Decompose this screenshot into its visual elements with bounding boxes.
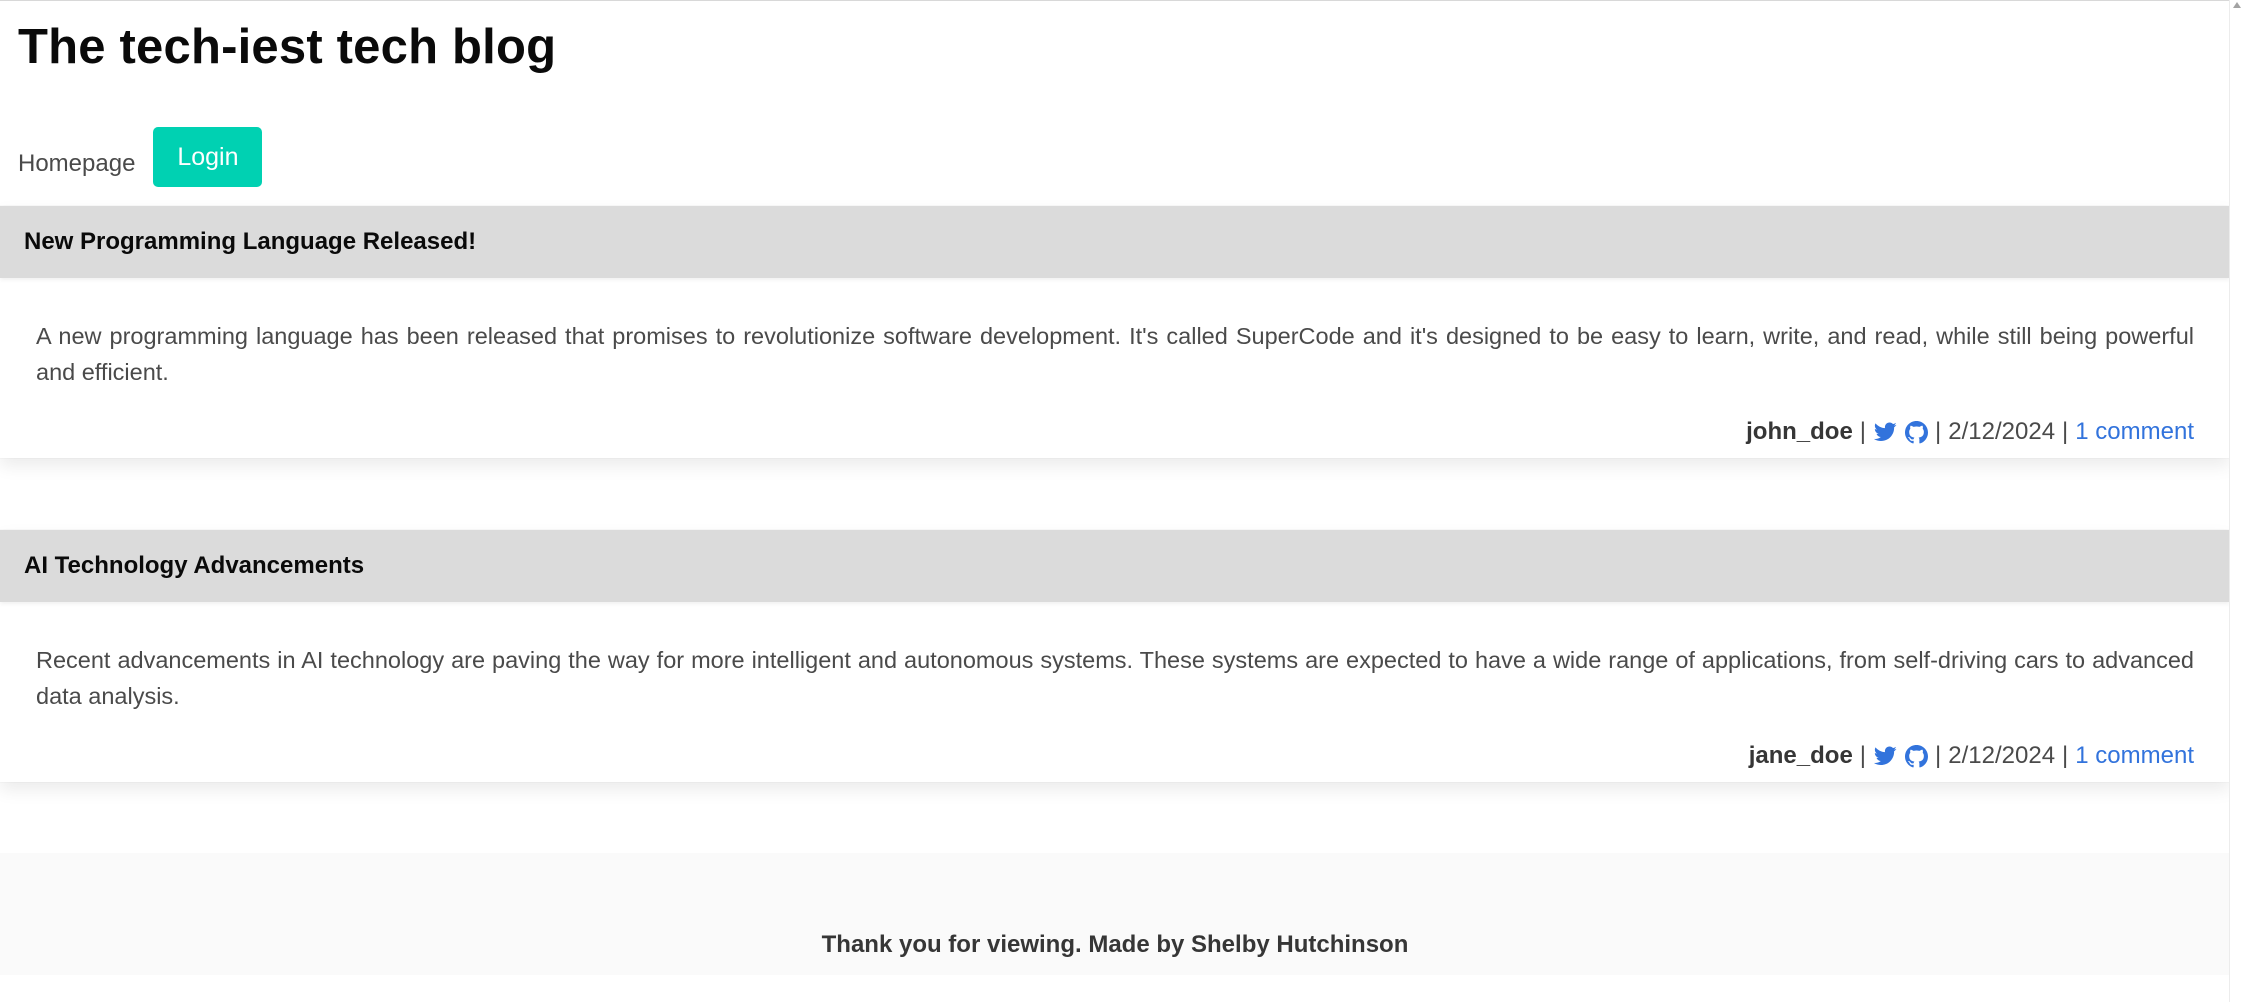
post-author: john_doe <box>1746 418 1853 445</box>
comments-link[interactable]: 1 comment <box>2075 418 2194 446</box>
scrollbar[interactable] <box>2229 0 2244 1002</box>
post-header[interactable]: AI Technology Advancements <box>0 530 2230 602</box>
site-title: The tech-iest tech blog <box>18 20 557 74</box>
post-meta: john_doe | | 2/12/2024 | 1 comment <box>1746 418 2194 446</box>
post-header[interactable]: New Programming Language Released! <box>0 206 2230 278</box>
main-nav: Homepage Login <box>18 127 263 188</box>
post-body: Recent advancements in AI technology are… <box>36 647 2194 709</box>
post-body: A new programming language has been rele… <box>36 323 2194 385</box>
scroll-up-arrow-icon[interactable] <box>2233 2 2241 8</box>
post-card: AI Technology Advancements Recent advanc… <box>0 530 2230 782</box>
post-meta: jane_doe | | 2/12/2024 | 1 comment <box>1749 742 2194 770</box>
meta-separator: | <box>1935 418 1942 445</box>
meta-separator: | <box>1859 742 1867 769</box>
meta-separator: | <box>1859 418 1867 445</box>
post-date: 2/12/2024 <box>1948 742 2056 769</box>
twitter-icon[interactable] <box>1873 744 1897 768</box>
post-title[interactable]: New Programming Language Released! <box>24 228 476 256</box>
meta-separator: | <box>2062 742 2069 769</box>
post-title[interactable]: AI Technology Advancements <box>24 552 364 580</box>
nav-homepage-link[interactable]: Homepage <box>18 150 135 188</box>
page-footer: Thank you for viewing. Made by Shelby Hu… <box>0 853 2230 975</box>
github-icon[interactable] <box>1904 744 1928 768</box>
footer-text: Thank you for viewing. Made by Shelby Hu… <box>821 931 1409 958</box>
twitter-icon[interactable] <box>1873 420 1897 444</box>
comments-link[interactable]: 1 comment <box>2075 742 2194 770</box>
post-card: New Programming Language Released! A new… <box>0 206 2230 458</box>
meta-separator: | <box>1935 742 1942 769</box>
meta-separator: | <box>2062 418 2069 445</box>
page: The tech-iest tech blog Homepage Login N… <box>0 0 2230 1002</box>
login-button[interactable]: Login <box>153 127 263 187</box>
github-icon[interactable] <box>1904 420 1928 444</box>
post-author: jane_doe <box>1748 742 1853 769</box>
post-date: 2/12/2024 <box>1948 418 2056 445</box>
